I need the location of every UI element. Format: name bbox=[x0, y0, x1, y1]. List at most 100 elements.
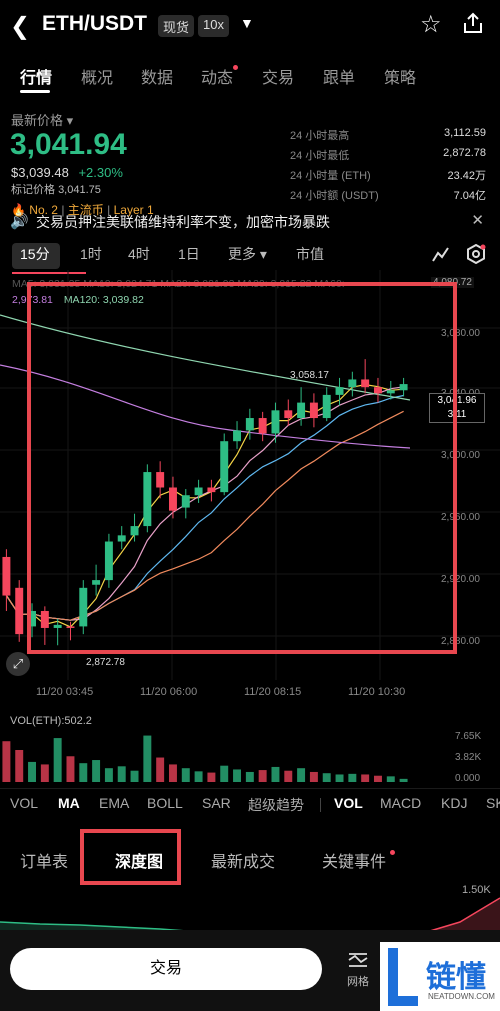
low-price-label: 2,872.78 bbox=[86, 657, 125, 668]
depth-highlight-box bbox=[80, 829, 181, 885]
indicator-kdj[interactable]: KDJ bbox=[441, 795, 467, 811]
candle-body bbox=[15, 587, 24, 635]
watermark-logo: 链懂 NEATDOWN.COM bbox=[380, 942, 500, 1011]
favorite-star-icon[interactable]: ☆ bbox=[420, 10, 442, 39]
last-price-label[interactable]: 最新价格 ▾ bbox=[11, 110, 73, 129]
grid-label: 网格 bbox=[347, 976, 369, 988]
volume-bar bbox=[168, 764, 177, 782]
logo-subtext: NEATDOWN.COM bbox=[428, 992, 495, 1001]
volume-bar bbox=[399, 778, 408, 782]
volume-bar bbox=[309, 771, 318, 782]
change-percent: +2.30% bbox=[78, 165, 123, 180]
volume-chart bbox=[2, 735, 408, 782]
stat-label: 24 小时最低 bbox=[290, 150, 350, 162]
volume-bar bbox=[40, 764, 49, 782]
tab-feed[interactable]: 动态 bbox=[201, 64, 233, 88]
volume-bar bbox=[386, 776, 395, 782]
logo-text: 链懂 bbox=[426, 961, 486, 994]
volume-bar bbox=[233, 769, 242, 782]
chevron-down-icon[interactable]: ▼ bbox=[240, 15, 254, 31]
volume-bar bbox=[66, 756, 75, 782]
main-tabs: 行情 概况 数据 动态 交易 跟单 策略 bbox=[0, 60, 500, 96]
candle-body bbox=[2, 556, 11, 596]
logo-mark-icon bbox=[388, 948, 418, 1006]
expand-icon[interactable]: ⤢ bbox=[6, 652, 30, 676]
trade-button[interactable]: 交易 bbox=[10, 948, 322, 990]
settings-hex-icon[interactable] bbox=[466, 244, 486, 264]
volume-bar bbox=[194, 771, 203, 782]
grid-icon bbox=[348, 953, 368, 967]
grid-button[interactable]: 网格 bbox=[343, 950, 373, 989]
volume-bar bbox=[335, 774, 344, 782]
interval-4h[interactable]: 4时 bbox=[128, 244, 150, 264]
volume-bar bbox=[284, 770, 293, 782]
indicator-vol[interactable]: VOL bbox=[10, 795, 38, 811]
indicator-boll[interactable]: BOLL bbox=[147, 795, 183, 811]
indicator-vol-sub[interactable]: VOL bbox=[334, 795, 363, 811]
tab-key-events[interactable]: 关键事件 bbox=[322, 848, 386, 872]
vol-tick: 0.000 bbox=[455, 773, 481, 784]
tab-latest-trades[interactable]: 最新成交 bbox=[211, 848, 275, 872]
indicator-ema[interactable]: EMA bbox=[99, 795, 129, 811]
mark-price-label: 标记价格 bbox=[11, 184, 55, 196]
stat-label: 24 小时量 (ETH) bbox=[290, 170, 371, 182]
stat-value: 7.04亿 bbox=[453, 190, 486, 202]
volume-label: VOL(ETH):502.2 bbox=[10, 715, 92, 727]
x-tick: 11/20 03:45 bbox=[36, 686, 94, 698]
interval-15m[interactable]: 15分 bbox=[20, 244, 50, 264]
interval-more[interactable]: 更多 ▾ bbox=[228, 244, 267, 264]
indicator-supertrend[interactable]: 超级趋势 bbox=[248, 795, 304, 815]
highlight-box bbox=[27, 282, 457, 654]
indicator-divider bbox=[320, 798, 321, 812]
stat-value: 2,872.78 bbox=[443, 147, 486, 159]
usd-price: $3,039.48 bbox=[11, 165, 69, 180]
market-cap-toggle[interactable]: 市值 bbox=[296, 244, 324, 264]
volume-bar bbox=[156, 757, 165, 782]
stat-label: 24 小时额 (USDT) bbox=[290, 190, 379, 202]
indicator-sar[interactable]: SAR bbox=[202, 795, 231, 811]
megaphone-icon: 🔊 bbox=[10, 213, 29, 230]
spot-tag: 现货 bbox=[158, 15, 195, 37]
stat-value: 3,112.59 bbox=[443, 127, 486, 139]
indicator-ma[interactable]: MA bbox=[58, 795, 80, 811]
volume-bar bbox=[104, 768, 113, 782]
back-arrow-icon[interactable]: ❮ bbox=[10, 12, 30, 41]
volume-bar bbox=[361, 774, 370, 782]
tab-copy[interactable]: 跟单 bbox=[323, 64, 355, 88]
tab-market[interactable]: 行情 bbox=[20, 64, 52, 88]
volume-bar bbox=[258, 770, 267, 782]
x-tick: 11/20 08:15 bbox=[244, 686, 302, 698]
volume-bar bbox=[245, 771, 254, 782]
volume-bar bbox=[207, 772, 216, 782]
stat-value: 23.42万 bbox=[447, 170, 486, 182]
volume-bar bbox=[348, 773, 357, 782]
x-tick: 11/20 06:00 bbox=[140, 686, 198, 698]
top-header: ❮ ETH/USDT 现货 10x ▼ ☆ bbox=[0, 0, 500, 52]
tab-trade[interactable]: 交易 bbox=[262, 64, 294, 88]
volume-bar bbox=[271, 766, 280, 782]
tab-strategy[interactable]: 策略 bbox=[384, 64, 416, 88]
indicator-sk[interactable]: SK bbox=[486, 795, 500, 811]
tab-data[interactable]: 数据 bbox=[141, 64, 173, 88]
volume-bar bbox=[373, 775, 382, 782]
close-icon[interactable]: ✕ bbox=[471, 211, 484, 229]
volume-bar bbox=[15, 750, 24, 782]
mark-price-row: 标记价格 3,041.75 bbox=[11, 181, 101, 197]
tab-overview[interactable]: 概况 bbox=[81, 64, 113, 88]
volume-bar bbox=[297, 768, 306, 782]
indicator-icon[interactable] bbox=[432, 246, 450, 262]
share-icon[interactable] bbox=[462, 12, 484, 34]
volume-bar bbox=[181, 768, 190, 782]
mark-price: 3,041.75 bbox=[58, 184, 101, 196]
news-banner[interactable]: 🔊 交易员押注美联储维持利率不变，加密市场暴跌 ✕ bbox=[10, 208, 490, 234]
tab-orderbook[interactable]: 订单表 bbox=[20, 848, 68, 872]
volume-bar bbox=[143, 735, 152, 782]
x-tick: 11/20 10:30 bbox=[348, 686, 406, 698]
active-tab-underline bbox=[20, 90, 50, 93]
indicator-macd[interactable]: MACD bbox=[380, 795, 421, 811]
news-text[interactable]: 交易员押注美联储维持利率不变，加密市场暴跌 bbox=[36, 212, 330, 232]
notification-dot bbox=[233, 65, 238, 70]
interval-1h[interactable]: 1时 bbox=[80, 244, 102, 264]
pair-title[interactable]: ETH/USDT bbox=[42, 12, 147, 36]
interval-1d[interactable]: 1日 bbox=[178, 244, 200, 264]
